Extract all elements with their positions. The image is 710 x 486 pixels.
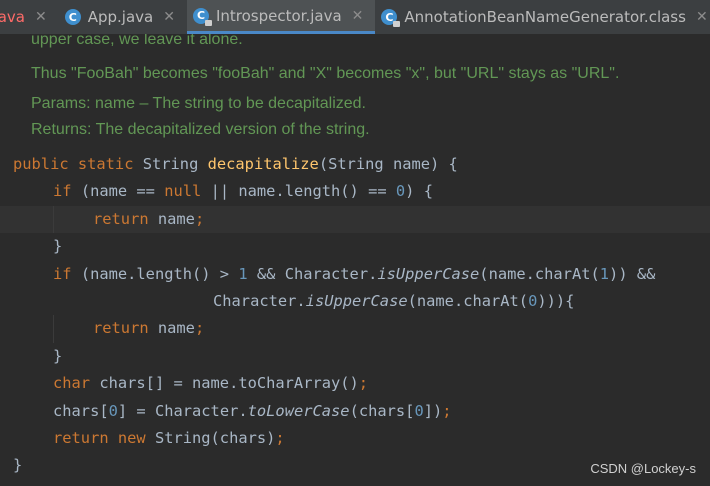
tab-r-java[interactable]: r.java ✕ [0, 0, 59, 34]
java-class-icon: C [64, 9, 81, 25]
close-icon[interactable]: ✕ [352, 8, 364, 24]
close-icon[interactable]: ✕ [35, 9, 47, 25]
close-icon[interactable]: ✕ [163, 9, 175, 25]
tab-label: App.java [87, 8, 154, 26]
tab-app-java[interactable]: C App.java ✕ [59, 0, 187, 34]
code-line: char chars[] = name.toCharArray(); [53, 374, 369, 393]
tab-label: r.java [0, 8, 25, 26]
tab-annotation-bean-name-generator[interactable]: C AnnotationBeanNameGenerator.class ✕ [375, 0, 710, 34]
code-line-current: return name; [0, 205, 710, 234]
close-icon[interactable]: ✕ [696, 9, 708, 25]
code-line: chars[0] = Character.toLowerCase(chars[0… [53, 401, 452, 420]
tab-label: Introspector.java [215, 6, 342, 25]
tab-label: AnnotationBeanNameGenerator.class [404, 8, 686, 26]
doc-line: upper case, we leave it alone. [31, 34, 243, 48]
watermark: CSDN @Lockey-s [590, 461, 696, 476]
doc-returns: Returns: The decapitalized version of th… [31, 121, 370, 138]
code-line: public static String decapitalize(String… [13, 155, 458, 173]
doc-line: Thus "FooBah" becomes "fooBah" and "X" b… [31, 65, 620, 82]
code-line: if (name.length() > 1 && Character.isUpp… [53, 264, 656, 283]
code-line: return name; [0, 315, 710, 343]
doc-params: Params: name – The string to be decapita… [31, 95, 366, 112]
tab-introspector-java[interactable]: C Introspector.java ✕ [186, 0, 376, 34]
editor-tab-bar: r.java ✕ C App.java ✕ C Introspector.jav… [0, 0, 710, 35]
code-line: } [53, 237, 63, 256]
code-line: return new String(chars); [53, 429, 285, 447]
java-class-locked-icon: C [381, 9, 401, 27]
code-line: } [53, 346, 63, 365]
code-line: if (name == null || name.length() == 0) … [53, 182, 433, 201]
java-class-locked-icon: C [192, 7, 212, 26]
code-line: Character.isUpperCase(name.charAt(0))){ [213, 292, 575, 310]
javadoc-rendered: upper case, we leave it alone. Thus "Foo… [0, 34, 710, 146]
